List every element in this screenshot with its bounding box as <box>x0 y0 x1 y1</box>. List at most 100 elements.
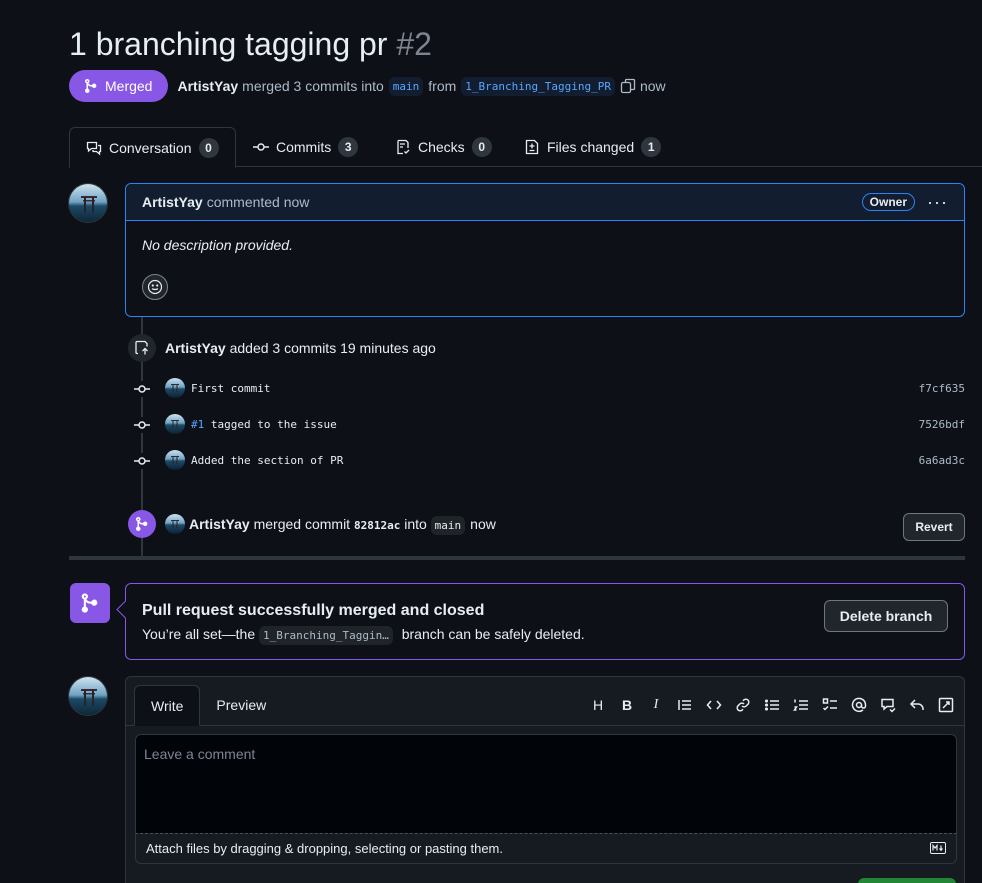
merge-event-time: now <box>470 516 496 532</box>
ordered-list-icon[interactable] <box>791 695 811 715</box>
tab-preview[interactable]: Preview <box>200 685 282 725</box>
tab-counter: 3 <box>338 137 359 157</box>
merge-event-into: into <box>404 516 427 532</box>
pr-number: #2 <box>396 26 432 62</box>
timeline-divider <box>69 556 965 560</box>
commit-message[interactable]: First commit <box>191 382 270 395</box>
tab-label: Conversation <box>109 139 192 156</box>
merged-branch-name[interactable]: 1_Branching_Taggin… <box>259 626 393 645</box>
merge-event-author[interactable]: ArtistYay <box>189 516 250 532</box>
merge-status-box: Pull request successfully merged and clo… <box>125 583 965 660</box>
commit-message[interactable]: Added the section of PR <box>191 454 343 467</box>
merge-event-text: merged commit <box>253 516 351 532</box>
commits-event-author[interactable]: ArtistYay <box>165 340 226 356</box>
unordered-list-icon[interactable] <box>762 695 782 715</box>
pr-tabs: Conversation 0 Commits 3 Checks 0 Files … <box>69 127 982 168</box>
attach-files-bar[interactable]: Attach files by dragging & dropping, sel… <box>135 833 957 864</box>
comment-author-link[interactable]: ArtistYay <box>142 194 203 210</box>
avatar[interactable] <box>68 183 108 223</box>
tab-conversation[interactable]: Conversation 0 <box>69 127 236 168</box>
tab-label: Files changed <box>547 139 635 155</box>
heading-icon[interactable]: H <box>588 695 608 715</box>
merge-sub-suffix: branch can be safely deleted. <box>401 626 585 642</box>
commits-event: ArtistYay added 3 commits 19 minutes ago <box>165 340 436 356</box>
tab-label: Commits <box>276 139 332 155</box>
comment-textarea[interactable]: Leave a comment <box>135 734 957 834</box>
file-diff-icon <box>525 139 539 155</box>
code-icon[interactable] <box>704 695 724 715</box>
add-reaction-button[interactable] <box>142 274 168 300</box>
avatar[interactable] <box>165 414 185 434</box>
checklist-icon <box>397 139 410 155</box>
smiley-icon <box>147 279 163 295</box>
revert-button[interactable]: Revert <box>903 513 965 541</box>
tab-label: Checks <box>418 139 465 155</box>
reply-icon[interactable] <box>907 695 927 715</box>
from-text: from <box>428 78 457 94</box>
avatar[interactable] <box>68 676 108 716</box>
tab-files-changed[interactable]: Files changed 1 <box>524 127 662 167</box>
merged-label: Merged <box>105 78 153 94</box>
link-icon[interactable] <box>733 695 753 715</box>
editor-tab-border <box>126 725 964 726</box>
commit-sha[interactable]: 7526bdf <box>919 418 965 431</box>
merged-text: merged 3 commits into <box>242 78 384 94</box>
markdown-toolbar: H B I <box>588 695 956 715</box>
git-merge-icon <box>128 510 156 538</box>
avatar[interactable] <box>165 514 185 534</box>
copy-icon[interactable] <box>620 78 636 94</box>
tab-counter: 1 <box>641 137 662 157</box>
bold-icon[interactable]: B <box>617 695 637 715</box>
fullscreen-icon[interactable] <box>936 695 956 715</box>
page-title: 1 branching tagging pr #2 <box>69 26 432 63</box>
avatar-image <box>69 184 107 222</box>
merged-state-badge: Merged <box>69 70 169 102</box>
comment-discussion-icon <box>86 141 102 155</box>
merge-sub-prefix: You’re all set—the <box>142 626 256 642</box>
comment-body: No description provided. <box>142 237 293 253</box>
tab-counter: 0 <box>471 137 492 157</box>
pr-title-text: 1 branching tagging pr <box>69 26 388 62</box>
mention-icon[interactable] <box>849 695 869 715</box>
tab-checks[interactable]: Checks 0 <box>395 127 492 167</box>
owner-badge: Owner <box>861 193 916 211</box>
avatar[interactable] <box>165 378 185 398</box>
merge-event: ArtistYay merged commit 82812ac into mai… <box>189 516 496 535</box>
repo-push-icon <box>128 334 156 362</box>
comment-header: ArtistYay commented now Owner ··· <box>126 184 964 221</box>
editor-tabs: Write Preview <box>134 685 282 726</box>
tab-write[interactable]: Write <box>134 685 201 726</box>
merge-commit-sha[interactable]: 82812ac <box>354 519 400 532</box>
italic-icon[interactable]: I <box>646 695 666 715</box>
commit-message[interactable]: #1 tagged to the issue <box>191 418 337 431</box>
git-merge-icon <box>70 583 110 623</box>
pr-author-link[interactable]: ArtistYay <box>177 78 238 94</box>
comment-submit-button[interactable] <box>858 878 956 883</box>
markdown-icon[interactable] <box>930 842 946 854</box>
cross-reference-icon[interactable] <box>878 695 898 715</box>
task-list-icon[interactable] <box>820 695 840 715</box>
kebab-menu-icon[interactable]: ··· <box>927 192 948 213</box>
git-commit-icon <box>134 381 150 397</box>
comment-editor: Write Preview H B I Leave a comment Atta… <box>125 676 965 883</box>
avatar-image <box>69 677 107 715</box>
merged-time: now <box>639 78 666 94</box>
delete-branch-button[interactable]: Delete branch <box>824 600 948 632</box>
base-branch-link[interactable]: main <box>388 76 424 96</box>
head-branch-link[interactable]: 1_Branching_Tagging_PR <box>461 76 615 96</box>
commit-sha[interactable]: f7cf635 <box>919 382 965 395</box>
pr-meta: Merged ArtistYay merged 3 commits into m… <box>69 70 671 102</box>
tab-counter: 0 <box>198 137 219 158</box>
attach-files-text: Attach files by dragging & dropping, sel… <box>146 841 503 856</box>
merge-base-branch[interactable]: main <box>430 516 466 535</box>
tab-commits[interactable]: Commits 3 <box>253 127 359 167</box>
comment-box: ArtistYay commented now Owner ··· No des… <box>125 183 965 317</box>
avatar[interactable] <box>165 450 185 470</box>
git-commit-icon <box>253 143 269 151</box>
comment-action: commented now <box>206 194 310 210</box>
quote-icon[interactable] <box>675 695 695 715</box>
commit-sha[interactable]: 6a6ad3c <box>919 454 965 467</box>
git-commit-icon <box>134 453 150 469</box>
commits-event-text: added 3 commits 19 minutes ago <box>229 340 436 356</box>
issue-link[interactable]: #1 <box>191 418 204 431</box>
